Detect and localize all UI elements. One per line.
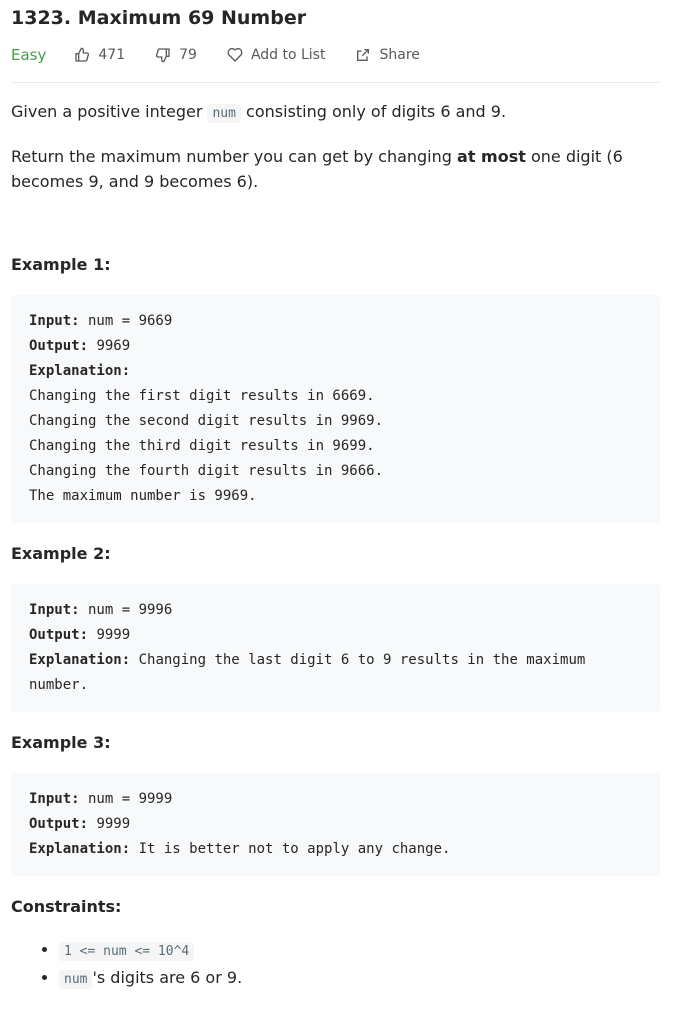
example-block: Input: num = 9669 Output: 9969 Explanati…: [11, 295, 660, 523]
example-input: num = 9669: [79, 313, 173, 329]
likes-count: 471: [98, 47, 126, 63]
example-input: num = 9996: [79, 602, 173, 618]
description-paragraph-2: Return the maximum number you can get by…: [11, 144, 660, 194]
add-to-list-button[interactable]: Add to List: [227, 47, 326, 63]
output-label: Output:: [29, 338, 89, 354]
example-output: 9969: [88, 338, 131, 354]
constraints-heading: Constraints:: [11, 897, 122, 916]
input-label: Input:: [29, 791, 80, 807]
description-text: Return the maximum number you can get by…: [11, 147, 458, 166]
emphasis-text: at most: [457, 147, 526, 166]
dislike-button[interactable]: 79: [155, 47, 197, 63]
constraint-item: num's digits are 6 or 9.: [59, 965, 660, 993]
like-button[interactable]: 471: [74, 47, 125, 63]
output-label: Output:: [29, 816, 89, 832]
share-label: Share: [379, 47, 420, 63]
constraints-list: 1 <= num <= 10^4 num's digits are 6 or 9…: [11, 937, 660, 993]
example-block: Input: num = 9999 Output: 9999 Explanati…: [11, 773, 660, 876]
constraint-code: num: [59, 970, 93, 989]
output-label: Output:: [29, 627, 89, 643]
difficulty-badge: Easy: [11, 46, 47, 64]
example-output: 9999: [88, 816, 131, 832]
add-to-list-label: Add to List: [250, 47, 326, 63]
example-heading: Example 3:: [11, 733, 111, 752]
share-button[interactable]: Share: [355, 47, 420, 63]
thumbs-up-icon: [75, 47, 90, 62]
problem-title: 1323. Maximum 69 Number: [11, 7, 307, 29]
input-label: Input:: [29, 602, 80, 618]
inline-code-num: num: [207, 104, 241, 123]
description-paragraph-1: Given a positive integer num consisting …: [11, 99, 660, 126]
thumbs-down-icon: [156, 48, 170, 63]
problem-meta-bar: Easy 471 79 Add to List Share: [11, 40, 660, 83]
example-heading: Example 1:: [11, 255, 111, 274]
explanation-label: Explanation:: [29, 652, 131, 668]
constraint-text: 's digits are 6 or 9.: [92, 968, 243, 987]
example-explanation: It is better not to apply any change.: [130, 841, 451, 857]
example-block: Input: num = 9996 Output: 9999 Explanati…: [11, 584, 660, 712]
constraint-item: 1 <= num <= 10^4: [59, 937, 660, 965]
explanation-label: Explanation:: [29, 841, 131, 857]
dislikes-count: 79: [179, 47, 197, 63]
share-icon: [357, 49, 370, 61]
constraint-code: 1 <= num <= 10^4: [59, 942, 195, 961]
example-heading: Example 2:: [11, 544, 111, 563]
example-explanation: Changing the first digit results in 6669…: [29, 388, 384, 504]
example-output: 9999: [88, 627, 131, 643]
heart-icon: [227, 47, 243, 62]
problem-panel: 1323. Maximum 69 Number Easy 471 79 Add …: [0, 0, 673, 993]
example-input: num = 9999: [79, 791, 173, 807]
problem-description: Given a positive integer num consisting …: [11, 99, 660, 993]
description-text: consisting only of digits 6 and 9.: [240, 102, 507, 121]
explanation-label: Explanation:: [29, 363, 131, 379]
description-text: Given a positive integer: [11, 102, 208, 121]
input-label: Input:: [29, 313, 80, 329]
